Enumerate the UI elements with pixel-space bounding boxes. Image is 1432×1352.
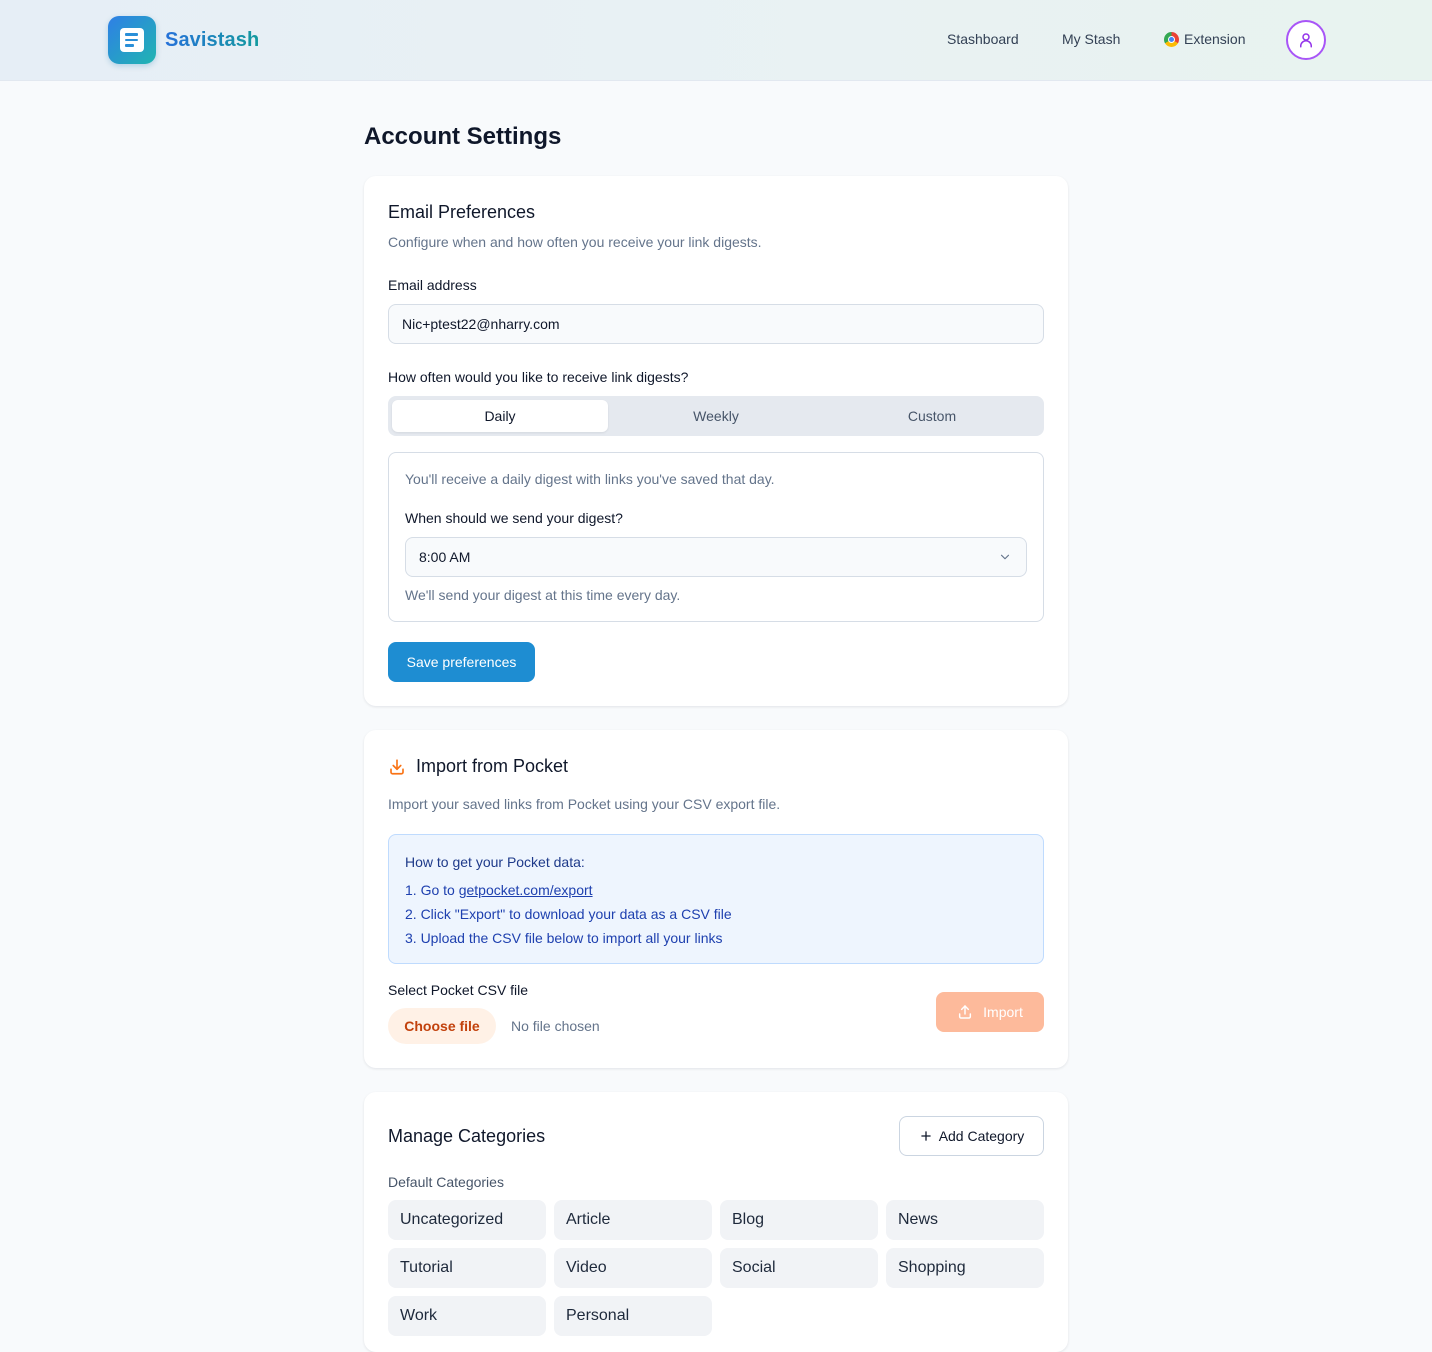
- categories-card: Manage Categories Add Category Default C…: [364, 1092, 1068, 1352]
- nav-my-stash[interactable]: My Stash: [1062, 31, 1120, 47]
- app-logo-link[interactable]: Savistash: [108, 16, 259, 64]
- top-header: Savistash Stashboard My Stash Extension: [0, 0, 1432, 81]
- time-value: 8:00 AM: [419, 549, 471, 565]
- tab-weekly[interactable]: Weekly: [608, 400, 824, 432]
- chevron-down-icon: [1000, 554, 1010, 560]
- plus-icon: [920, 1131, 931, 1141]
- default-categories-label: Default Categories: [388, 1174, 504, 1190]
- pocket-import-card: Import from Pocket Import your saved lin…: [364, 730, 1068, 1068]
- document-icon: [108, 16, 156, 64]
- save-preferences-button[interactable]: Save preferences: [388, 642, 535, 682]
- user-icon: [1300, 33, 1312, 48]
- howto-step-1: 1. Go to getpocket.com/export: [405, 882, 593, 898]
- nav-stashboard[interactable]: Stashboard: [947, 31, 1019, 47]
- email-preferences-title: Email Preferences: [388, 202, 536, 222]
- add-category-label: Add Category: [938, 1128, 1025, 1144]
- tab-daily[interactable]: Daily: [392, 400, 608, 432]
- add-category-button[interactable]: Add Category: [899, 1116, 1044, 1156]
- nav-extension-label: Extension: [1184, 31, 1246, 47]
- page-title: Account Settings: [364, 123, 562, 150]
- howto-step-3: 3. Upload the CSV file below to import a…: [405, 930, 723, 946]
- import-label: Import: [983, 1004, 1023, 1020]
- howto-title: How to get your Pocket data:: [405, 854, 585, 870]
- category-chip: Social: [720, 1248, 878, 1288]
- email-preferences-description: Configure when and how often you receive…: [388, 234, 762, 250]
- pocket-howto-box: How to get your Pocket data: 1. Go to ge…: [388, 834, 1044, 964]
- file-status: No file chosen: [511, 1018, 600, 1034]
- category-chip: Blog: [720, 1200, 878, 1240]
- category-chip: Shopping: [886, 1248, 1044, 1288]
- upload-icon: [959, 1005, 972, 1019]
- pocket-export-link[interactable]: getpocket.com/export: [459, 882, 593, 898]
- time-help-text: We'll send your digest at this time ever…: [405, 587, 681, 603]
- app-name: Savistash: [165, 28, 260, 51]
- frequency-label: How often would you like to receive link…: [388, 369, 689, 385]
- email-preferences-card: Email Preferences Configure when and how…: [364, 176, 1068, 706]
- category-chip: Work: [388, 1296, 546, 1336]
- download-icon: [390, 758, 404, 775]
- category-chip: Tutorial: [388, 1248, 546, 1288]
- category-chip: Video: [554, 1248, 712, 1288]
- categories-title: Manage Categories: [388, 1126, 546, 1146]
- daily-description: You'll receive a daily digest with links…: [405, 471, 775, 487]
- category-chip: Personal: [554, 1296, 712, 1336]
- file-label: Select Pocket CSV file: [388, 982, 529, 998]
- category-chip: Article: [554, 1200, 712, 1240]
- howto-step-1-text: 1. Go to: [405, 882, 459, 898]
- pocket-description: Import your saved links from Pocket usin…: [388, 796, 781, 812]
- daily-settings-panel: You'll receive a daily digest with links…: [388, 452, 1044, 622]
- pocket-title: Import from Pocket: [416, 756, 569, 776]
- choose-file-button[interactable]: Choose file: [388, 1008, 496, 1044]
- category-chip: Uncategorized: [388, 1200, 546, 1240]
- user-avatar-button[interactable]: [1286, 20, 1326, 60]
- howto-step-2: 2. Click "Export" to download your data …: [405, 906, 732, 922]
- email-field[interactable]: Nic+ptest22@nharry.com: [388, 304, 1044, 344]
- pocket-title-row: Import from Pocket: [388, 756, 568, 777]
- category-chip: News: [886, 1200, 1044, 1240]
- import-button[interactable]: Import: [936, 992, 1044, 1032]
- frequency-tabs: Daily Weekly Custom: [388, 396, 1044, 436]
- time-select[interactable]: 8:00 AM: [405, 537, 1027, 577]
- nav-extension[interactable]: Extension: [1164, 31, 1245, 47]
- tab-custom[interactable]: Custom: [824, 400, 1040, 432]
- time-label: When should we send your digest?: [405, 510, 623, 526]
- email-value: Nic+ptest22@nharry.com: [402, 316, 560, 332]
- chrome-icon: [1164, 31, 1179, 47]
- email-label: Email address: [388, 277, 477, 293]
